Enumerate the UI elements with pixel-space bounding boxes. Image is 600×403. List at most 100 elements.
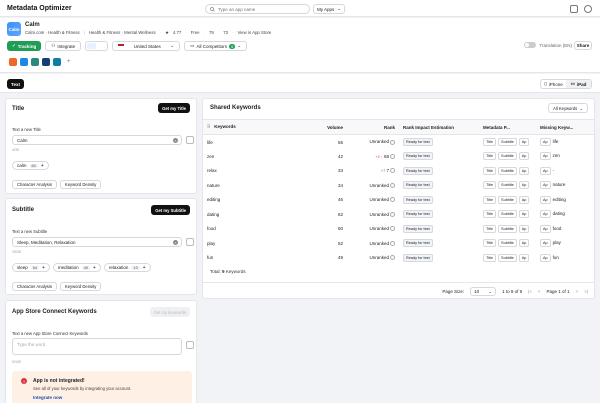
column-header-keywords[interactable]: ⠿ Keywords <box>203 119 301 135</box>
asc-keywords-textarea[interactable]: Type the word <box>12 338 182 355</box>
competitor-app-icon[interactable] <box>42 58 50 66</box>
title-pill: Title <box>483 224 497 233</box>
app-search-box[interactable] <box>205 4 310 14</box>
table-pagination: Page Size: 10 ⌄ 1 to 9 of 9 |< < Page 1 o… <box>203 282 594 298</box>
table-row[interactable]: life 56 Unranked Ready for test Title Subtit… <box>203 135 594 150</box>
window-icon[interactable] <box>570 5 578 13</box>
keyword-chip[interactable]: calm 60 + <box>12 161 49 170</box>
search-input[interactable] <box>218 6 308 12</box>
keyword-chip[interactable]: relaxation 13 + <box>103 263 151 272</box>
table-row[interactable]: zen 42 +2 ↓ 68 Ready for test Title Subtitle A… <box>203 149 594 164</box>
subtitle-pill: Subtitle <box>498 152 517 161</box>
subtitle-panel: Subtitle Get my Subtitle Text a new Subt… <box>5 198 197 295</box>
copy-icon[interactable] <box>186 341 194 349</box>
rank-cell: Unranked <box>369 182 389 188</box>
plus-icon[interactable]: + <box>42 265 45 271</box>
plus-icon[interactable]: + <box>93 265 96 271</box>
next-page-icon[interactable]: > <box>576 289 579 294</box>
table-row[interactable]: relax 33 +7 7 Ready for test Title Subtitle Ap… <box>203 164 594 179</box>
missing-keyword-cell: food <box>552 225 562 231</box>
clear-icon[interactable]: × <box>173 240 178 245</box>
competitor-app-icon[interactable] <box>31 58 39 66</box>
keyword-chip[interactable]: sleep 54 + <box>12 263 50 272</box>
first-page-icon[interactable]: |< <box>528 289 532 294</box>
text-tab[interactable]: Text <box>7 79 24 89</box>
table-row[interactable]: editing 46 Unranked Ready for test Title Sub… <box>203 193 594 208</box>
phone-icon[interactable] <box>87 43 97 49</box>
app-pill: Ap <box>518 239 530 248</box>
subtitle-input[interactable]: Sleep, Meditation, Relaxation × <box>12 237 182 247</box>
check-circle-icon <box>390 226 395 232</box>
copy-icon[interactable] <box>186 238 194 246</box>
chevron-down-icon: ⌄ <box>488 288 493 294</box>
get-my-keywords-button[interactable]: Get my keywords <box>149 307 190 317</box>
plus-icon[interactable]: + <box>41 163 44 169</box>
device-toggle[interactable] <box>85 41 109 51</box>
copy-icon[interactable] <box>186 136 194 144</box>
volume-cell: 42 <box>337 153 343 159</box>
notification-icon[interactable] <box>584 5 592 13</box>
character-analysis-tab[interactable]: Character Analysis <box>12 180 57 189</box>
share-button[interactable]: Share <box>574 41 592 50</box>
table-row[interactable]: play 52 Unranked Ready for test Title Subtit… <box>203 236 594 251</box>
column-header-impact[interactable]: Rank Impact Estimation <box>399 119 479 135</box>
integrate-now-link[interactable]: Integrate now <box>33 395 62 400</box>
tablet-icon[interactable] <box>97 43 107 49</box>
page-size-select[interactable]: 10 ⌄ <box>470 287 497 296</box>
column-header-metadata[interactable]: Metadata P... <box>479 119 536 135</box>
prev-page-icon[interactable]: < <box>538 289 541 294</box>
get-my-title-button[interactable]: Get my Title <box>158 103 190 113</box>
tablet-icon: ▭ <box>570 81 575 86</box>
table-row[interactable]: nature 34 Unranked Ready for test Title Subt… <box>203 178 594 193</box>
impact-badge: Ready for test <box>403 253 433 262</box>
rank-change: +2 ↓ <box>375 154 383 159</box>
table-row[interactable]: food 60 Unranked Ready for test Title Subtit… <box>203 222 594 237</box>
title-chips: calm 60 + <box>12 161 49 170</box>
integrate-button[interactable]: ⚇ Integrate <box>45 41 82 51</box>
keyword-cell: dating <box>207 211 220 217</box>
table-row[interactable]: fun 49 Unranked Ready for test Title Subtitl… <box>203 251 594 266</box>
tracking-button[interactable]: ✓ Tracking <box>7 41 42 51</box>
competitor-app-icon[interactable] <box>9 58 17 66</box>
title-input[interactable]: Calm × <box>12 135 182 145</box>
keyword-chip[interactable]: meditation 49 + <box>52 263 101 272</box>
app-meta: Calm.com · Health & Fitness | Health & F… <box>25 30 272 36</box>
app-pill: Ap <box>518 253 530 262</box>
chevron-down-icon: ⌄ <box>579 105 583 111</box>
plus-icon[interactable]: + <box>143 265 146 271</box>
shared-keywords-panel: Shared Keywords All Keywords ⌄ ⠿ Keywords … <box>202 98 595 299</box>
competitors-select[interactable]: ▭ All Competitors 5 ⌄ <box>184 41 248 51</box>
keyword-density-tab[interactable]: Keyword Density <box>59 282 102 291</box>
competitor-app-icon[interactable] <box>53 58 61 66</box>
volume-cell: 52 <box>337 240 343 246</box>
toggle-switch[interactable] <box>524 42 537 48</box>
app-store-link[interactable]: View in App Store <box>237 30 271 36</box>
keywords-filter-dropdown[interactable]: All Keywords ⌄ <box>548 103 588 113</box>
impact-badge: Ready for test <box>403 138 433 146</box>
column-header-rank[interactable]: Rank <box>347 119 399 135</box>
app-pill: Ap <box>518 195 530 204</box>
clear-icon[interactable]: × <box>173 138 178 143</box>
rank-cell: Unranked <box>369 197 389 203</box>
add-competitor-icon[interactable]: + <box>67 59 71 65</box>
country-select[interactable]: United States ⌄ <box>112 41 181 51</box>
my-apps-dropdown[interactable]: My Apps ⌄ <box>313 4 345 14</box>
rank-cell: 7 <box>386 168 389 174</box>
last-page-icon[interactable]: >| <box>584 289 588 294</box>
get-my-subtitle-button[interactable]: Get my Subtitle <box>151 205 190 215</box>
missing-keyword-cell: fun <box>552 254 559 260</box>
character-analysis-tab[interactable]: Character Analysis <box>12 282 57 291</box>
keyword-density-tab[interactable]: Keyword Density <box>59 180 102 189</box>
ipad-option[interactable]: ▭ iPad <box>566 80 591 88</box>
iphone-option[interactable]: ▯ iPhone <box>541 80 566 88</box>
table-row[interactable]: dating 62 Unranked Ready for test Title Subt… <box>203 207 594 222</box>
check-circle-icon <box>390 211 395 217</box>
column-header-missing[interactable]: Missing Keyw... <box>536 119 594 135</box>
device-selector[interactable]: ▯ iPhone ▭ iPad <box>540 79 592 89</box>
competitor-app-icon[interactable] <box>20 58 28 66</box>
app-pill: Ap <box>540 210 551 219</box>
app-pill: Ap <box>540 224 551 233</box>
translation-toggle[interactable]: Translation (EN) <box>524 42 572 48</box>
column-header-volume[interactable]: Volume <box>301 119 347 135</box>
app-ratings-count: 73 <box>223 30 228 35</box>
